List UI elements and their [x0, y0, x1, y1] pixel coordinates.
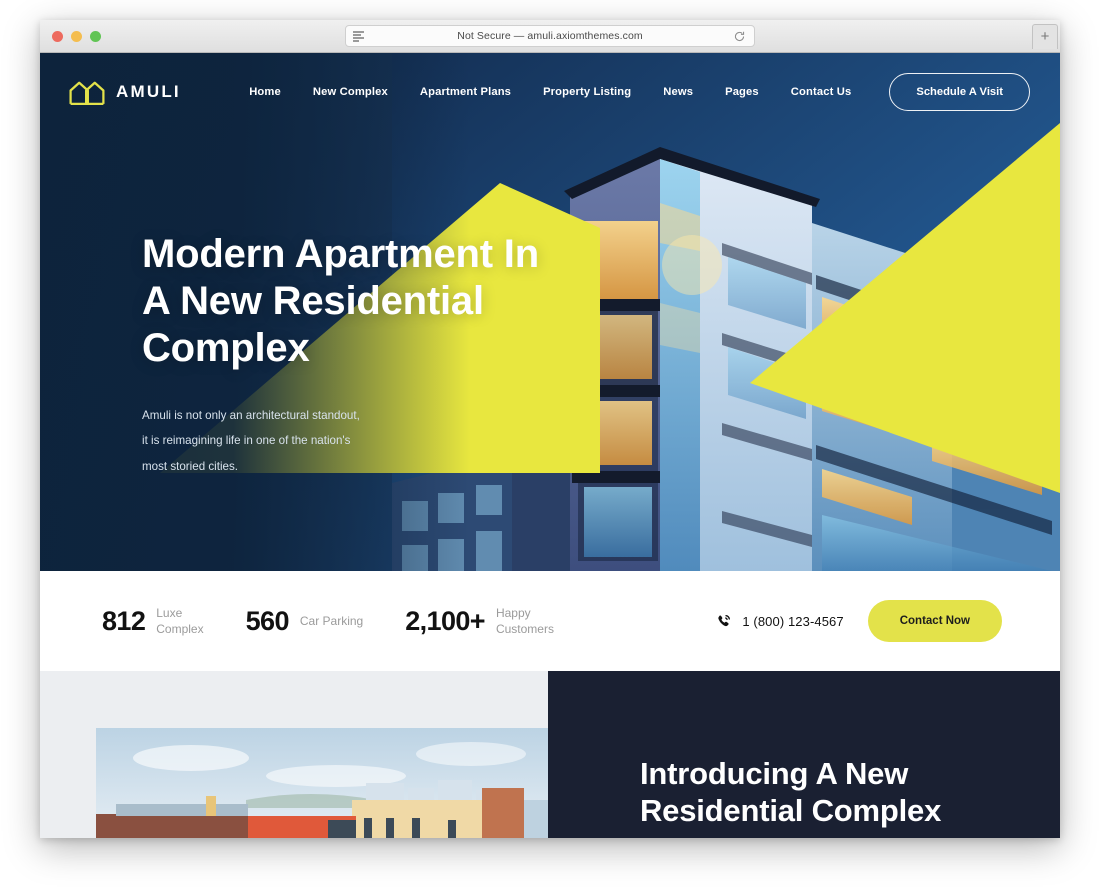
nav-item-home[interactable]: Home	[233, 78, 297, 106]
stat-label-line-1: Car Parking	[299, 613, 364, 628]
hero-title-line-3: Complex	[142, 326, 310, 371]
stat-number: 2,100+	[405, 605, 485, 636]
hero-subtitle-line-1: Amuli is not only an architectural stand…	[142, 408, 360, 422]
intro-text-panel: Introducing A New Residential Complex	[548, 671, 1060, 838]
contact-now-button[interactable]: Contact Now	[867, 600, 1002, 642]
nav-item-apartment-plans[interactable]: Apartment Plans	[404, 78, 527, 106]
stat-label-line-2: Customers	[495, 622, 554, 636]
site-header-nav: AMULI Home New Complex Apartment Plans P…	[40, 53, 1060, 131]
reader-view-icon[interactable]	[353, 31, 364, 42]
stat-label-line-1: Luxe	[156, 605, 183, 620]
intro-title-line-2: Residential Complex	[640, 793, 942, 829]
reload-icon[interactable]	[733, 30, 746, 43]
brand-name: AMULI	[116, 82, 181, 101]
stat-label: Car Parking	[300, 613, 363, 629]
intro-title-line-1: Introducing A New	[640, 756, 909, 791]
nav-links: Home New Complex Apartment Plans Propert…	[233, 73, 1060, 111]
stat-number: 560	[245, 605, 290, 636]
stat-item-luxe-complex: 812 Luxe Complex	[102, 605, 204, 637]
brand-logo[interactable]: AMULI	[68, 78, 181, 106]
stat-item-happy-customers: 2,100+ Happy Customers	[405, 605, 554, 637]
hero-content: Modern Apartment In A New Residential Co…	[142, 231, 572, 479]
hero-title-line-2: A New Residential	[142, 279, 484, 324]
browser-titlebar: Not Secure — amuli.axiomthemes.com +	[40, 20, 1060, 53]
address-bar[interactable]: Not Secure — amuli.axiomthemes.com	[345, 25, 755, 47]
phone-number: 1 (800) 123-4567	[742, 613, 844, 629]
phone-link[interactable]: 1 (800) 123-4567	[715, 613, 844, 630]
intro-title: Introducing A New Residential Complex	[640, 755, 941, 829]
stats-list: 812 Luxe Complex 560 Car Parking 2,100+	[102, 605, 596, 637]
stats-bar: 812 Luxe Complex 560 Car Parking 2,100+	[40, 571, 1060, 671]
stat-label-line-2: Complex	[156, 622, 204, 636]
window-traffic-lights	[52, 31, 101, 42]
intro-section: Introducing A New Residential Complex	[40, 671, 1060, 838]
browser-window: Not Secure — amuli.axiomthemes.com + AMU…	[40, 20, 1060, 838]
stat-label: Happy Customers	[496, 605, 554, 637]
nav-item-pages[interactable]: Pages	[709, 78, 775, 106]
hero-subtitle-line-2: it is reimagining life in one of the nat…	[142, 434, 351, 448]
stat-number: 812	[102, 605, 146, 636]
close-button[interactable]	[52, 31, 63, 42]
nav-item-property-listing[interactable]: Property Listing	[527, 78, 647, 106]
schedule-a-visit-button[interactable]: Schedule A Visit	[889, 73, 1030, 111]
house-arch-logo-icon	[68, 78, 106, 106]
hero-subtitle-line-3: most storied cities.	[142, 459, 238, 473]
minimize-button[interactable]	[71, 31, 82, 42]
stat-item-car-parking: 560 Car Parking	[246, 606, 364, 637]
maximize-button[interactable]	[90, 31, 101, 42]
intro-image-panel	[40, 671, 548, 838]
new-tab-button[interactable]: +	[1032, 24, 1058, 49]
hero-section: AMULI Home New Complex Apartment Plans P…	[40, 53, 1060, 571]
nav-item-new-complex[interactable]: New Complex	[297, 78, 404, 106]
hero-subtitle: Amuli is not only an architectural stand…	[142, 403, 392, 480]
hero-title: Modern Apartment In A New Residential Co…	[142, 231, 572, 373]
nav-item-news[interactable]: News	[647, 78, 709, 106]
address-bar-text: Not Secure — amuli.axiomthemes.com	[457, 30, 643, 42]
nav-item-contact-us[interactable]: Contact Us	[775, 78, 868, 106]
stat-label-line-1: Happy	[495, 605, 531, 620]
stat-label: Luxe Complex	[156, 605, 203, 637]
phone-icon	[715, 613, 732, 630]
page-viewport: AMULI Home New Complex Apartment Plans P…	[40, 53, 1060, 838]
hero-title-line-1: Modern Apartment In	[142, 232, 539, 276]
stats-contact-group: 1 (800) 123-4567 Contact Now	[715, 600, 1002, 642]
city-skyline-rooftop-photo	[96, 728, 548, 838]
